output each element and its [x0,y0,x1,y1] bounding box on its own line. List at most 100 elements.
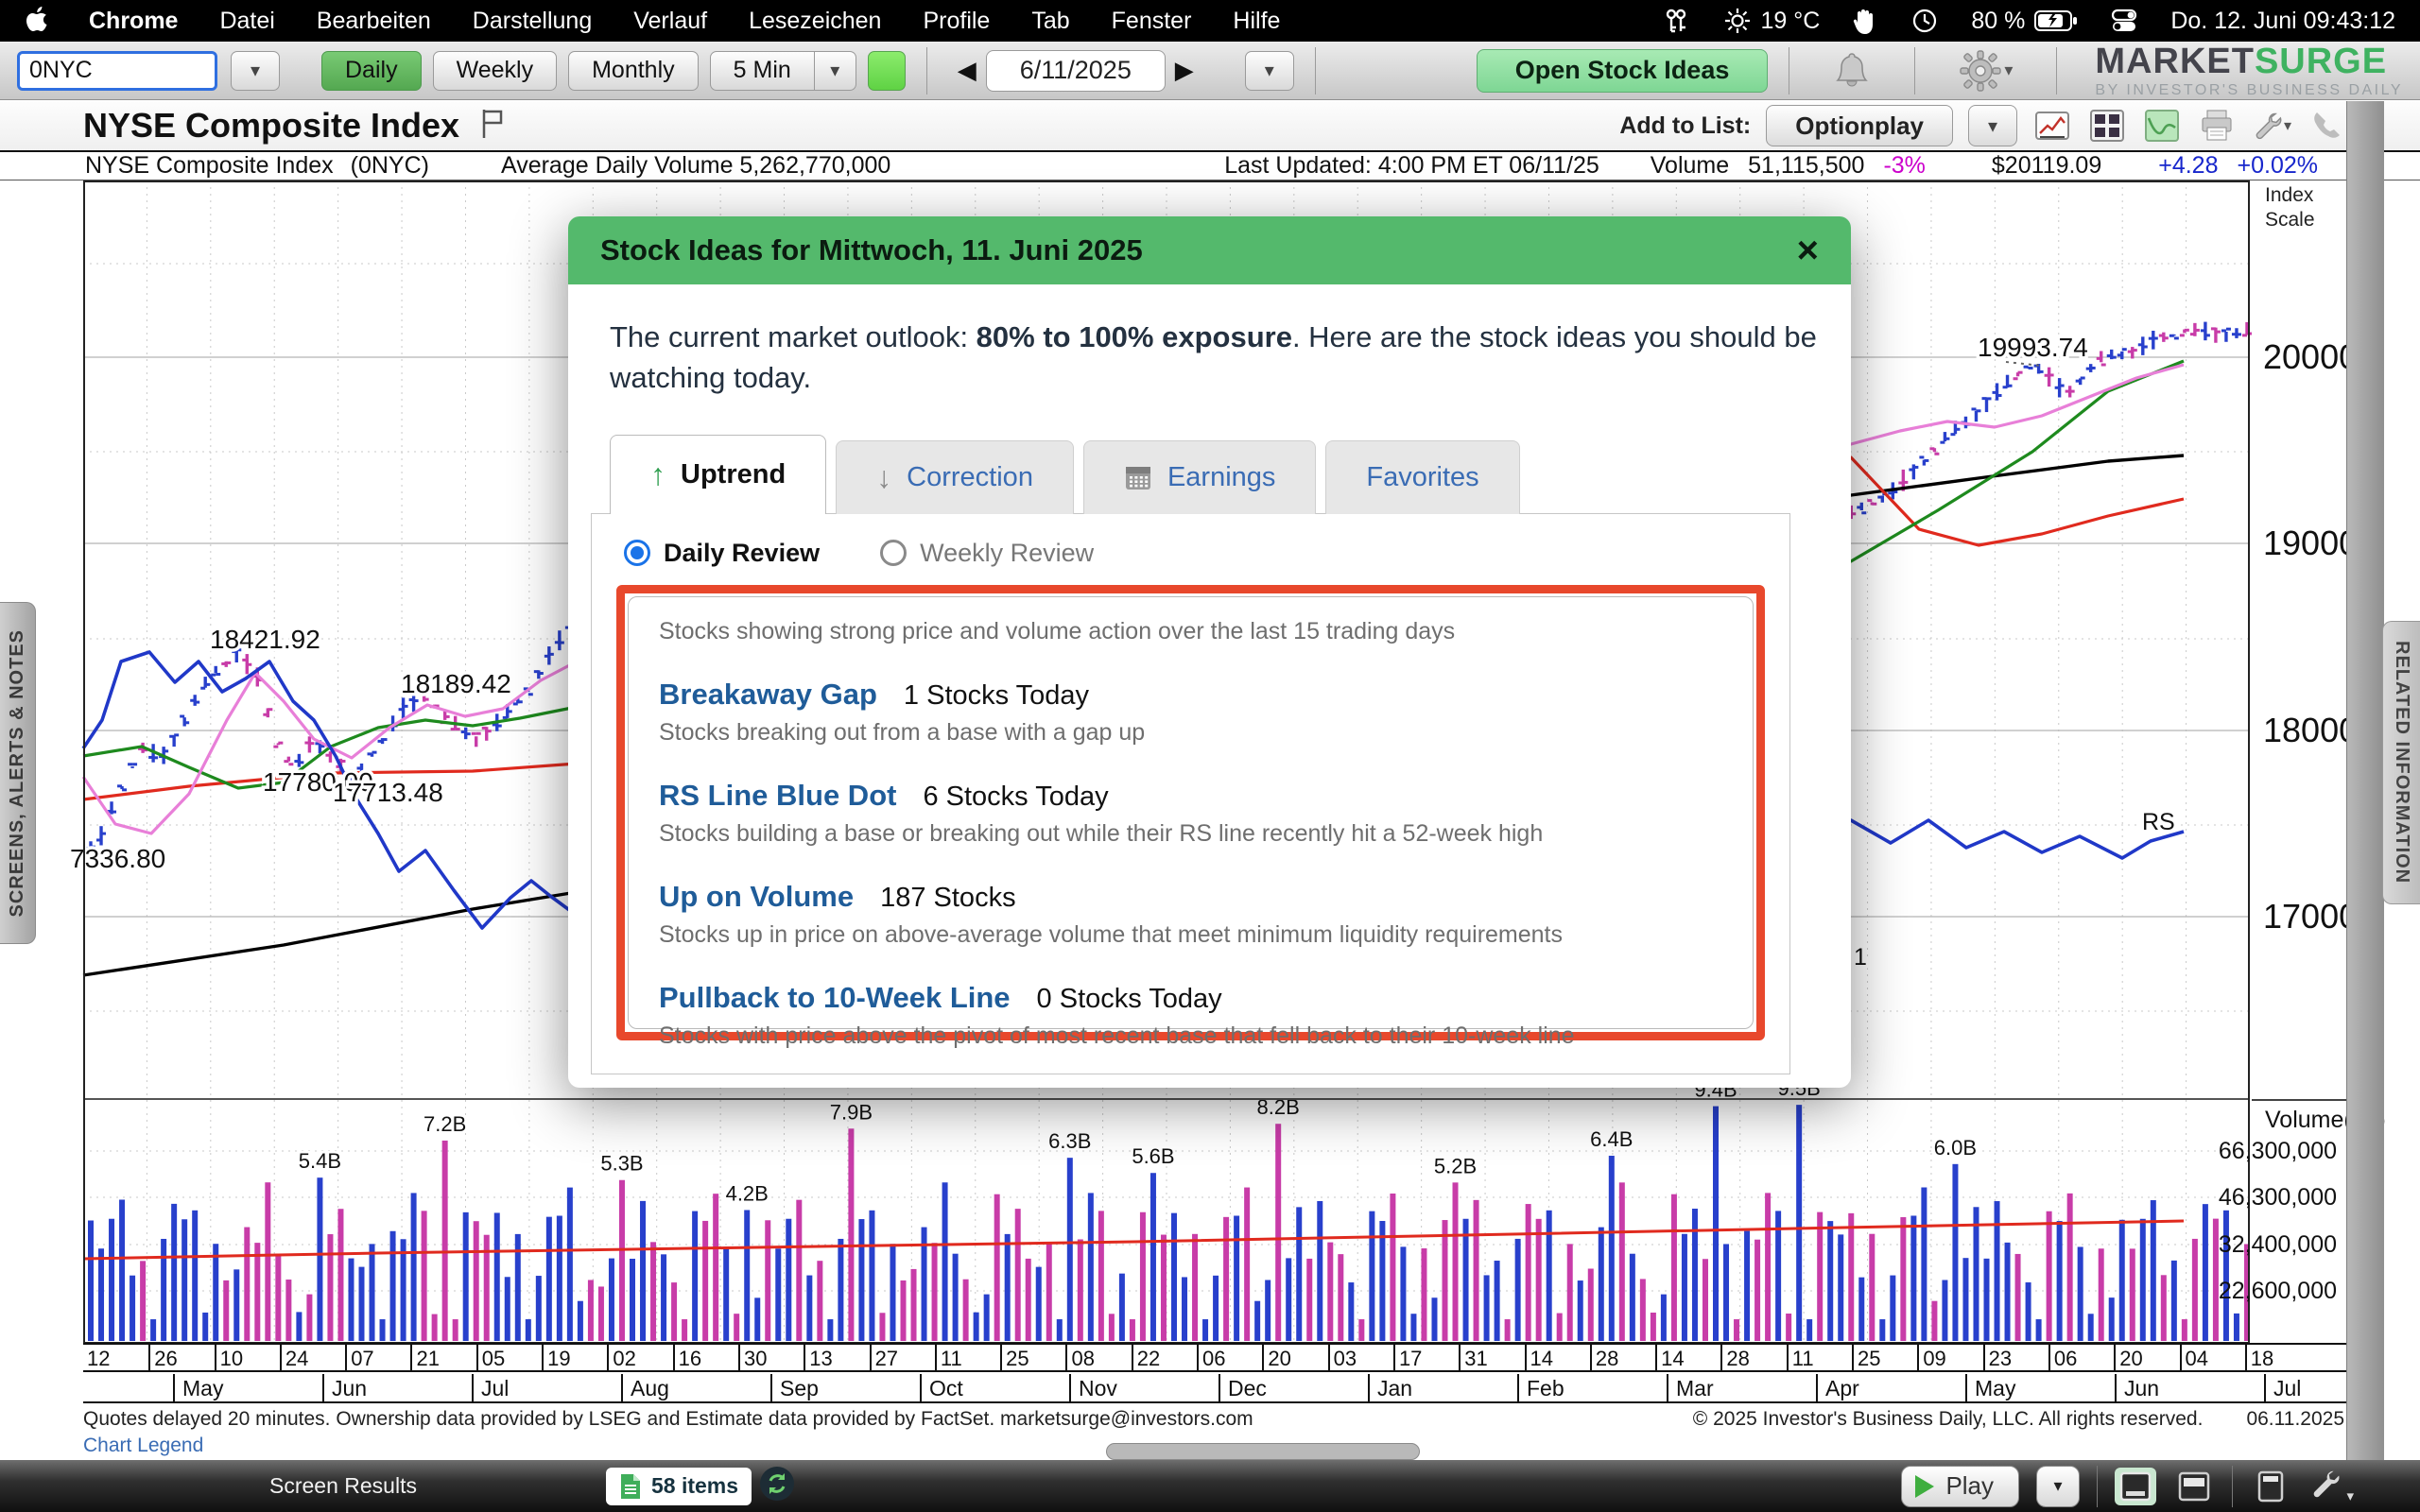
idea-description: Stocks building a base or breaking out w… [659,820,1722,848]
menu-item-chrome[interactable]: Chrome [89,8,178,35]
close-icon[interactable]: × [1797,232,1819,269]
radio-weekly-review[interactable]: Weekly Review [880,539,1094,568]
tab-label: Correction [907,462,1033,493]
calendar-icon [1124,463,1152,491]
screen-results-card: Stocks showing strong price and volume a… [628,596,1754,1029]
menu-item-hilfe[interactable]: Hilfe [1233,8,1280,35]
chart-legend-link[interactable]: Chart Legend [83,1435,203,1457]
tab-earnings[interactable]: Earnings [1083,440,1316,514]
refresh-icon[interactable] [759,1466,795,1506]
ticker-dropdown-button[interactable]: ▾ [231,51,280,91]
layout-vertical-icon[interactable] [2250,1468,2291,1505]
right-scroll-strip[interactable] [2346,101,2384,1460]
period-buttons: Daily WeeklyMonthly [321,51,699,91]
related-information-label: RELATED INFORMATION [2391,641,2412,884]
price-tick-label: 19000 [2263,524,2358,563]
tools-wrench-icon[interactable]: ▾ [2252,107,2291,145]
menu-item-lesezeichen[interactable]: Lesezeichen [749,8,881,35]
play-options-button[interactable]: ▾ [2036,1466,2080,1507]
volume-pct: -3% [1883,152,1925,180]
keys-icon[interactable] [1663,7,1691,35]
flag-icon[interactable] [480,108,505,145]
interval-dropdown-button[interactable]: ▾ [815,51,856,91]
control-center-icon[interactable] [2110,7,2138,35]
idea-count: 6 Stocks Today [923,782,1108,813]
list-dropdown-button[interactable]: ▾ [1968,105,2017,146]
period-button-daily[interactable]: Daily [321,51,422,91]
svg-text:6.3B: 6.3B [1048,1129,1091,1153]
curve-tool-icon[interactable] [2142,107,2182,145]
screens-alerts-notes-tab[interactable]: SCREENS, ALERTS & NOTES [0,602,36,944]
date-dropdown-button[interactable]: ▾ [1245,51,1294,91]
weather-item[interactable]: 19 °C [1723,7,1821,35]
statusbar-wrench-icon[interactable]: ▾ [2308,1467,2354,1505]
chart-header: NYSE Composite Index Add to List: Option… [0,101,2420,150]
svg-text:5.4B: 5.4B [299,1149,341,1173]
notifications-bell-icon[interactable] [1810,50,1893,92]
idea-name-link[interactable]: RS Line Blue Dot [659,779,896,813]
interval-button[interactable]: 5 Min [710,51,815,91]
apple-menu-icon[interactable] [25,6,57,36]
hand-gesture-icon[interactable] [1852,7,1878,35]
svg-text:7.2B: 7.2B [424,1112,466,1136]
chart-view-icon[interactable] [2032,107,2072,145]
menu-items: Chrome Datei Bearbeiten Darstellung Verlauf L… [89,8,1322,35]
time-machine-icon[interactable] [1910,7,1939,35]
related-information-tab[interactable]: RELATED INFORMATION [2382,621,2420,904]
menu-item-bearbeiten[interactable]: Bearbeiten [317,8,431,35]
horizontal-scrollbar[interactable] [1106,1443,1420,1460]
gear-caret: ▾ [2004,60,2013,80]
print-icon[interactable] [2197,107,2237,145]
marketsurge-app-window: Chrome Datei Bearbeiten Darstellung Verlauf L… [0,0,2420,1512]
screen-results-tab[interactable]: Screen Results [269,1473,417,1499]
page-title: NYSE Composite Index [83,106,459,146]
date-next-button[interactable]: ▶ [1166,56,1203,85]
optionplay-list-button[interactable]: Optionplay [1766,105,1953,146]
quote-status-button[interactable] [868,51,906,91]
dialog-title: Stock Ideas for Mittwoch, 11. Juni 2025 [600,233,1143,267]
month-tick: Mar [1667,1374,1816,1401]
tab-correction[interactable]: ↓Correction [836,440,1074,514]
menu-item-profile[interactable]: Profile [923,8,990,35]
period-button-weekly[interactable]: Weekly [433,51,558,91]
tab-label: Uptrend [681,459,786,490]
date-tick: 28 [1590,1345,1655,1370]
radio-daily-review[interactable]: Daily Review [624,539,820,568]
volume-label: Volume [1651,152,1729,180]
play-button[interactable]: Play [1901,1466,2019,1507]
menu-item-tab[interactable]: Tab [1031,8,1069,35]
menu-item-datei[interactable]: Datei [219,8,274,35]
svg-text:18421.92: 18421.92 [210,625,320,654]
items-count-box[interactable]: 58 items [606,1468,752,1505]
date-tick: 05 [476,1345,542,1370]
idea-name-link[interactable]: Pullback to 10-Week Line [659,981,1011,1015]
date-prev-button[interactable]: ◀ [948,56,986,85]
layout-single-icon[interactable] [2115,1468,2156,1505]
idea-name-link[interactable]: Up on Volume [659,880,854,914]
idea-description: Stocks breaking out from a base with a g… [659,719,1722,747]
price-tick-label: 18000 [2263,711,2358,750]
date-tick: 19 [542,1345,607,1370]
date-tick: 21 [410,1345,475,1370]
phone-icon[interactable] [2307,107,2346,145]
ticker-input[interactable] [17,51,217,91]
tab-uptrend[interactable]: ↑Uptrend [610,435,826,514]
settings-gear-icon[interactable]: ▾ [1936,49,2035,93]
menu-item-verlauf[interactable]: Verlauf [633,8,707,35]
period-button-monthly[interactable]: Monthly [568,51,699,91]
menu-item-fenster[interactable]: Fenster [1112,8,1192,35]
idea-rs-line-blue-dot: RS Line Blue Dot 6 Stocks Today Stocks bui… [659,779,1722,848]
idea-name-link[interactable]: Breakaway Gap [659,678,877,712]
battery-item[interactable]: 80 % [1971,8,2078,35]
date-input[interactable] [986,50,1166,92]
menu-item-darstellung[interactable]: Darstellung [473,8,592,35]
grid-view-icon[interactable] [2087,107,2127,145]
clock-label[interactable]: Do. 12. Juni 09:43:12 [2170,8,2395,35]
layout-split-icon[interactable] [2173,1468,2215,1505]
idea-pullback-to-10-week-line: Pullback to 10-Week Line0 Stocks TodaySt… [659,981,1722,1050]
open-stock-ideas-button[interactable]: Open Stock Ideas [1477,49,1769,93]
tab-favorites[interactable]: Favorites [1325,440,1519,514]
svg-text:5.2B: 5.2B [1434,1154,1477,1177]
date-tick: 25 [1852,1345,1917,1370]
idea-description: Stocks up in price on above-average volu… [659,921,1722,949]
